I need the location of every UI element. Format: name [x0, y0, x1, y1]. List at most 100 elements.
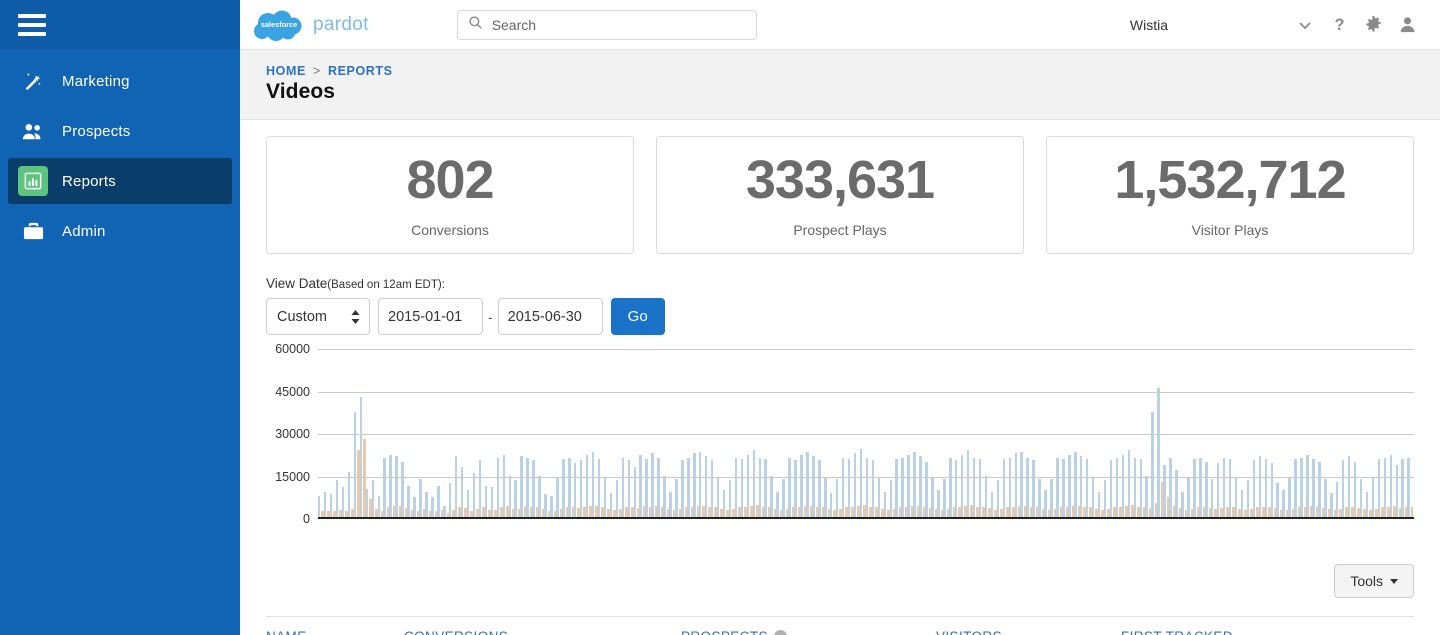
stat-value: 802 — [406, 149, 494, 210]
chart-bar-visitor-plays — [419, 478, 422, 517]
chart-bar-visitor-plays — [448, 483, 452, 517]
chart-bar-visitor-plays — [657, 457, 660, 517]
salesforce-cloud-icon: salesforce — [252, 10, 306, 41]
chart-bar-visitor-plays — [329, 493, 333, 517]
sort-descending-icon[interactable] — [773, 630, 787, 635]
breadcrumb-link-home[interactable]: HOME — [266, 64, 306, 78]
breadcrumb-link-reports[interactable]: REPORTS — [328, 64, 393, 78]
chart-bar-visitor-plays — [1181, 491, 1184, 517]
chart-bar-visitor-plays — [746, 454, 750, 517]
chart-bar-visitor-plays — [1139, 458, 1143, 517]
search-icon — [468, 15, 483, 35]
chart-bar-visitor-plays — [800, 454, 803, 517]
chart-bar-visitor-plays — [514, 480, 517, 517]
chart-bar-visitor-plays — [1014, 453, 1017, 517]
chart-gridline — [318, 476, 1414, 478]
chart-bar-visitor-plays — [835, 478, 839, 517]
chart-bar-visitor-plays — [377, 495, 381, 517]
chart-bar-visitor-plays — [1407, 457, 1410, 517]
chart-bar-visitor-plays — [895, 458, 898, 517]
chart-bar-visitor-plays — [1145, 475, 1148, 517]
videos-table: NAME CONVERSIONS PROSPECTS VISITORS FIRS… — [266, 616, 1414, 635]
chart-bar-visitor-plays — [1008, 457, 1012, 517]
chart-bar-visitor-plays — [806, 451, 809, 517]
chart-bar-visitor-plays — [1002, 458, 1006, 517]
column-label: CONVERSIONS — [404, 629, 508, 635]
chart-bar-visitor-plays — [532, 460, 535, 517]
chart-bar-visitor-plays — [788, 457, 791, 517]
search-input[interactable] — [491, 16, 746, 33]
chart-bar-visitor-plays — [1074, 451, 1077, 517]
chart-bar-visitor-plays — [728, 480, 732, 517]
search-box[interactable] — [456, 9, 757, 40]
chart-bar-visitor-plays — [1341, 460, 1345, 517]
gear-icon[interactable] — [1356, 8, 1390, 42]
sidebar-item-marketing[interactable]: Marketing — [8, 58, 232, 104]
chart-bar-visitor-plays — [627, 460, 631, 517]
help-icon[interactable]: ? — [1322, 8, 1356, 42]
chart-bar-visitor-plays — [901, 457, 904, 517]
chart-bar-visitor-plays — [1157, 388, 1160, 517]
main-content: salesforce pardot Wistia — [240, 0, 1440, 635]
column-header-name[interactable]: NAME — [266, 629, 404, 635]
column-label: NAME — [266, 629, 307, 635]
y-axis-tick-label: 30000 — [275, 427, 310, 441]
chart-bar-visitor-plays — [568, 457, 571, 517]
go-button[interactable]: Go — [610, 298, 665, 335]
chart-bar-visitor-plays — [752, 450, 756, 517]
sidebar-item-prospects[interactable]: Prospects — [8, 108, 232, 154]
chart-bar-visitor-plays — [1312, 458, 1315, 517]
chart-bar-visitor-plays — [508, 475, 511, 517]
chart-bar-visitor-plays — [693, 453, 696, 517]
column-header-prospects[interactable]: PROSPECTS — [681, 629, 936, 635]
chart-bar-visitor-plays — [466, 490, 470, 517]
chart-bar-visitor-plays — [663, 475, 666, 517]
chart-bar-visitor-plays — [812, 456, 815, 517]
date-filter-label-sub: (Based on 12am EDT): — [327, 279, 445, 291]
chart-bars — [318, 349, 1414, 517]
date-filter: View Date(Based on 12am EDT): Custom - — [266, 276, 1414, 335]
hamburger-menu-icon[interactable] — [18, 14, 46, 36]
column-header-first-tracked[interactable]: FIRST TRACKED — [1121, 629, 1233, 635]
chart-bar-visitor-plays — [1318, 461, 1321, 517]
page-title: Videos — [266, 80, 336, 103]
date-start-input[interactable] — [378, 298, 483, 335]
chart-bar-visitor-plays — [829, 492, 833, 517]
chart-bar-visitor-plays — [1038, 478, 1041, 517]
chart-bar-visitor-plays — [966, 450, 970, 517]
chart-bar-visitor-plays — [990, 491, 994, 517]
chart-bar-visitor-plays — [1020, 451, 1023, 517]
pardot-logo[interactable]: salesforce pardot — [252, 10, 369, 41]
briefcase-icon — [18, 216, 48, 246]
chart-bar-visitor-plays — [478, 460, 482, 517]
tools-button[interactable]: Tools — [1334, 564, 1414, 598]
sidebar-item-label: Prospects — [62, 122, 131, 140]
chart-bar-visitor-plays — [1062, 458, 1065, 517]
sidebar-item-label: Reports — [62, 172, 116, 190]
page-subheader: HOME > REPORTS Videos — [240, 50, 1440, 120]
chart-bar-visitor-plays — [597, 458, 601, 517]
column-header-conversions[interactable]: CONVERSIONS — [404, 629, 681, 635]
chart-bar-visitor-plays — [1050, 478, 1053, 517]
user-avatar-icon[interactable] — [1390, 8, 1424, 42]
chart-gridline — [318, 434, 1414, 435]
chart-bar-visitor-plays — [1056, 457, 1059, 517]
date-range-select[interactable]: Custom — [266, 298, 370, 335]
chart-bar-visitor-plays — [407, 485, 410, 517]
chart-bar-visitor-plays — [472, 473, 476, 517]
chart-bar-visitor-plays — [681, 460, 684, 517]
chart-bar-visitor-plays — [484, 485, 488, 517]
chart-bar-visitor-plays — [573, 463, 577, 517]
chart-bar-visitor-plays — [1163, 464, 1166, 517]
sidebar-item-admin[interactable]: Admin — [8, 208, 232, 254]
chart-bar-visitor-plays — [1103, 480, 1107, 517]
chart-bar-visitor-plays — [871, 460, 875, 517]
chevron-down-icon[interactable] — [1288, 8, 1322, 42]
sidebar-item-reports[interactable]: Reports — [8, 158, 232, 204]
date-end-input[interactable] — [497, 298, 603, 335]
column-header-visitors[interactable]: VISITORS — [936, 629, 1121, 635]
chart-bar-visitor-plays — [716, 477, 720, 517]
stepper-arrows-icon — [351, 309, 360, 324]
chart-bar-visitor-plays — [824, 477, 827, 517]
chart-bar-visitor-plays — [1080, 456, 1083, 517]
